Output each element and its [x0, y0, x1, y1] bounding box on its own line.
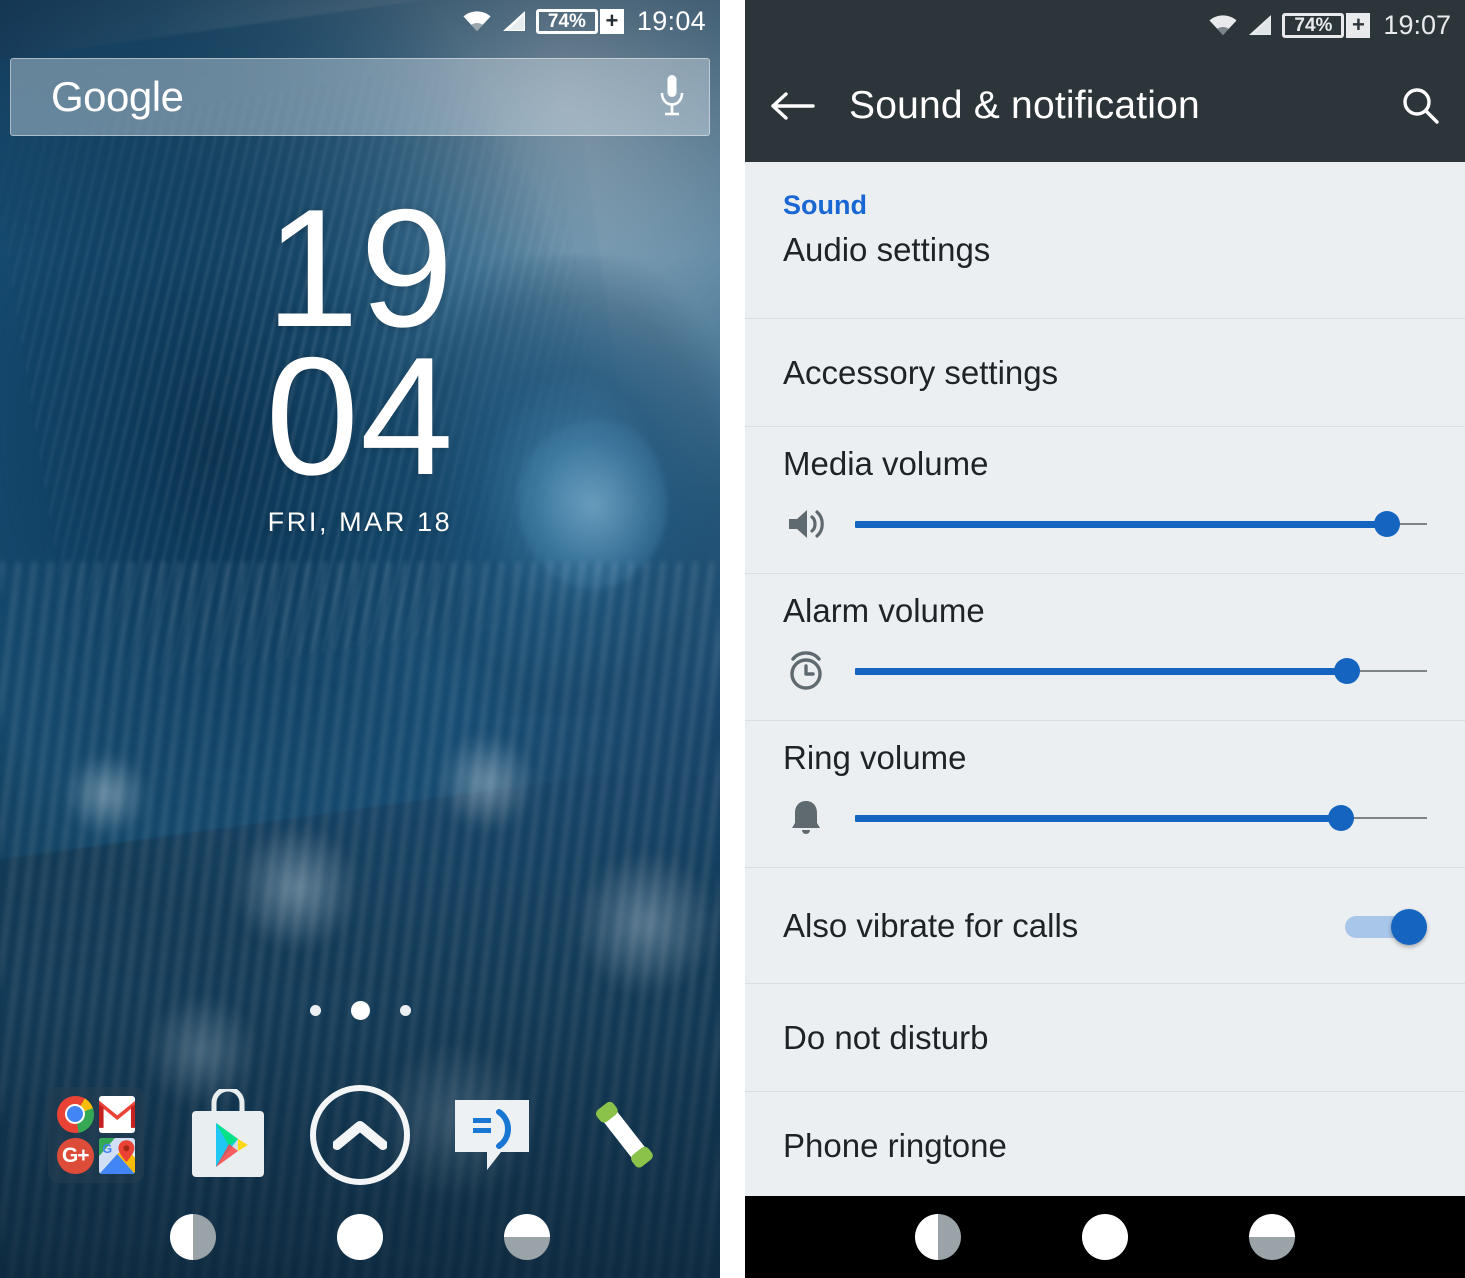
recents-button[interactable] — [503, 1214, 550, 1260]
wifi-icon — [463, 11, 491, 31]
google-plus-icon: G+ — [57, 1137, 94, 1174]
battery-indicator: 74% + — [1282, 12, 1371, 38]
gmail-icon — [98, 1096, 135, 1133]
media-volume-slider[interactable] — [855, 511, 1427, 537]
svg-text:G: G — [102, 1141, 112, 1155]
home-status-time: 19:04 — [636, 5, 706, 36]
bell-icon — [783, 795, 829, 841]
messaging-icon — [455, 1100, 529, 1170]
settings-nav-bar — [745, 1196, 1465, 1278]
settings-row-also-vibrate-for-calls[interactable]: Also vibrate for calls — [745, 868, 1465, 984]
page-indicator — [0, 1001, 720, 1020]
cell-signal-icon — [1249, 15, 1272, 35]
also-vibrate-toggle[interactable] — [1345, 908, 1427, 945]
page-dot[interactable] — [309, 1005, 321, 1016]
ring-volume-slider[interactable] — [855, 805, 1427, 831]
settings-screen: 74% + 19:07 Sound & notification Sound A… — [745, 0, 1465, 1278]
wifi-icon — [1209, 15, 1237, 35]
settings-status-bar: 74% + 19:07 — [745, 0, 1465, 50]
panel-gutter — [720, 0, 745, 1278]
row-label: Phone ringtone — [783, 1126, 1007, 1164]
dock-item-google-folder[interactable]: G+ G — [43, 1082, 149, 1188]
google-search-label: Google — [51, 73, 184, 120]
home-nav-bar — [0, 1196, 720, 1278]
battery-indicator: 74% + — [535, 8, 624, 34]
search-icon[interactable] — [1399, 85, 1441, 127]
dock: G+ G — [0, 1082, 720, 1188]
microphone-icon[interactable] — [657, 73, 687, 121]
media-volume-fill — [855, 520, 1387, 528]
row-label: Audio settings — [783, 231, 991, 268]
home-button[interactable] — [1081, 1214, 1128, 1260]
home-status-bar: 74% + 19:04 — [0, 0, 720, 42]
section-header-sound: Sound — [783, 190, 867, 220]
settings-status-time: 19:07 — [1383, 9, 1451, 40]
battery-percent: 74% — [535, 8, 598, 34]
page-dot[interactable] — [399, 1005, 411, 1016]
dock-item-play-store[interactable] — [175, 1082, 281, 1188]
ring-volume-thumb — [1328, 805, 1355, 831]
settings-row-phone-ringtone[interactable]: Phone ringtone — [745, 1092, 1465, 1200]
page-dot-active[interactable] — [350, 1001, 370, 1020]
ring-volume-fill — [855, 814, 1342, 822]
settings-app-bar: Sound & notification — [745, 50, 1465, 162]
settings-row-audio-settings[interactable]: Audio settings — [745, 229, 1465, 319]
settings-list: Sound Audio settings Accessory settings … — [745, 162, 1465, 1200]
settings-row-do-not-disturb[interactable]: Do not disturb — [745, 984, 1465, 1092]
recents-button[interactable] — [1248, 1214, 1295, 1260]
alarm-clock-icon — [783, 648, 829, 694]
battery-charging-icon: + — [599, 8, 624, 34]
row-label: Media volume — [783, 445, 989, 482]
dual-phone-screenshot: 74% + 19:04 Google 19 04 FRI, MAR 18 G+ … — [0, 0, 1465, 1278]
chrome-icon — [57, 1096, 94, 1133]
row-label: Also vibrate for calls — [783, 906, 1079, 944]
settings-row-ring-volume[interactable]: Ring volume — [745, 721, 1465, 868]
page-title: Sound & notification — [849, 84, 1200, 127]
alarm-volume-slider[interactable] — [855, 658, 1427, 684]
dock-item-phone[interactable] — [571, 1082, 677, 1188]
back-button[interactable] — [915, 1214, 962, 1260]
row-label: Alarm volume — [783, 592, 985, 629]
row-label: Do not disturb — [783, 1018, 989, 1056]
google-search-widget[interactable]: Google — [10, 58, 710, 136]
row-label: Accessory settings — [783, 353, 1059, 391]
alarm-volume-thumb — [1333, 658, 1360, 684]
media-volume-thumb — [1373, 511, 1400, 537]
google-folder-icon: G+ G — [48, 1087, 144, 1183]
settings-row-accessory-settings[interactable]: Accessory settings — [745, 319, 1465, 427]
cell-signal-icon — [502, 11, 525, 31]
app-drawer-icon — [310, 1085, 410, 1185]
home-button[interactable] — [336, 1214, 383, 1260]
settings-row-alarm-volume[interactable]: Alarm volume — [745, 574, 1465, 721]
battery-percent: 74% — [1282, 12, 1345, 38]
settings-row-media-volume[interactable]: Media volume — [745, 427, 1465, 574]
home-screen: 74% + 19:04 Google 19 04 FRI, MAR 18 G+ … — [0, 0, 720, 1278]
play-store-icon — [192, 1089, 264, 1177]
phone-handset-icon — [595, 1101, 653, 1168]
chevron-up-icon — [333, 1121, 387, 1150]
row-label: Ring volume — [783, 739, 967, 776]
arrow-left-icon[interactable] — [769, 89, 815, 123]
speaker-icon — [783, 501, 829, 547]
battery-charging-icon: + — [1346, 12, 1371, 38]
dock-item-messaging[interactable] — [439, 1082, 545, 1188]
google-maps-icon: G — [98, 1137, 135, 1174]
dock-item-app-drawer[interactable] — [307, 1082, 413, 1188]
alarm-volume-fill — [855, 667, 1347, 675]
back-button[interactable] — [170, 1214, 217, 1260]
